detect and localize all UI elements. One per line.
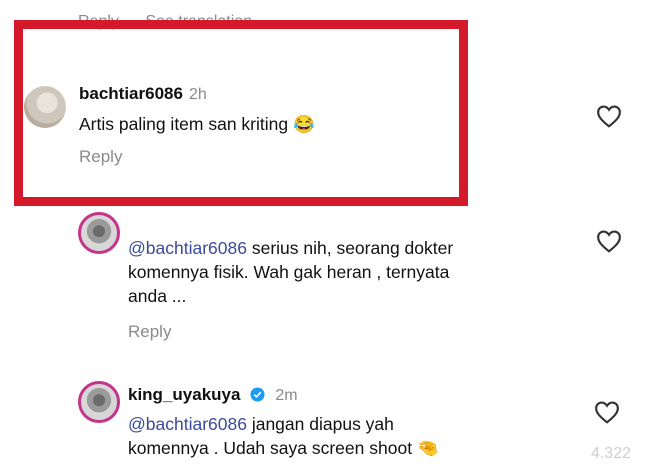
comment-text: @bachtiar6086 serius nih, seorang dokter…	[128, 236, 548, 308]
previous-reply-link[interactable]: Reply	[78, 13, 119, 30]
comment-header: bachtiar6086 2h	[79, 84, 207, 104]
comment-body: Artis paling item san kriting	[79, 114, 289, 134]
comment-line: anda ...	[128, 286, 187, 306]
comment-text: @bachtiar6086 jangan diapus yah komennya…	[128, 412, 588, 460]
heart-icon	[597, 105, 621, 128]
avatar[interactable]	[78, 212, 120, 254]
comment-time: 2h	[188, 86, 207, 103]
verified-badge-icon	[250, 387, 265, 402]
pinching-hand-emoji: 🤏	[416, 438, 439, 458]
mention-link[interactable]: @bachtiar6086	[128, 414, 247, 434]
comment-line: komennya fisik. Wah gak heran , ternyata	[128, 262, 450, 282]
comment-username[interactable]: bachtiar6086	[79, 84, 183, 103]
like-button[interactable]	[596, 104, 622, 133]
comment-time: 2m	[275, 387, 298, 404]
avatar[interactable]	[78, 381, 120, 423]
like-button[interactable]	[594, 400, 620, 429]
watermark-counter: 4.322	[590, 445, 631, 462]
comment-line: komennya . Udah saya screen shoot	[128, 438, 413, 458]
see-translation-link[interactable]: See translation	[145, 13, 252, 30]
mention-link[interactable]: @bachtiar6086	[128, 238, 247, 258]
comment-header: king_uyakuya 2m	[128, 385, 298, 405]
avatar[interactable]	[24, 86, 66, 128]
reply-button[interactable]: Reply	[79, 147, 122, 167]
previous-comment-actions: Reply See translation	[78, 13, 274, 31]
reply-button[interactable]: Reply	[128, 322, 171, 342]
laughing-emoji: 😂	[293, 114, 315, 134]
heart-icon	[595, 401, 619, 424]
heart-icon	[597, 230, 621, 253]
like-button[interactable]	[596, 229, 622, 258]
comment-line: jangan diapus yah	[246, 414, 394, 434]
comment-line: serius nih, seorang dokter	[246, 238, 454, 258]
comment-text: Artis paling item san kriting 😂	[79, 112, 315, 136]
comment-username[interactable]: king_uyakuya	[128, 385, 240, 404]
